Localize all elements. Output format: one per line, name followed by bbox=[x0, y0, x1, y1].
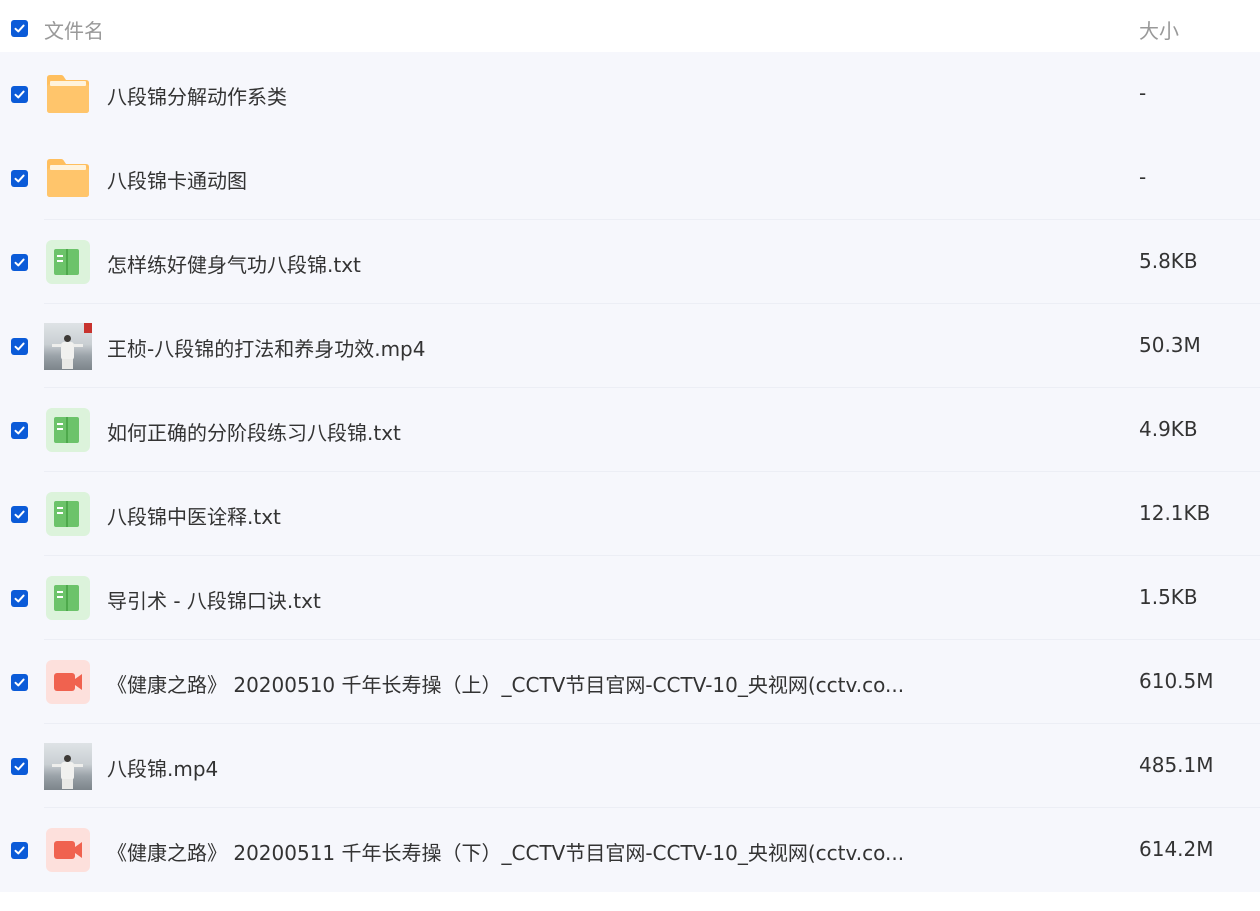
file-row[interactable]: 八段锦卡通动图 - bbox=[0, 136, 1260, 220]
file-row[interactable]: 导引术 - 八段锦口诀.txt 1.5KB bbox=[0, 556, 1260, 640]
file-size: - bbox=[1139, 81, 1147, 105]
video-thumbnail[interactable] bbox=[44, 323, 92, 370]
file-name[interactable]: 八段锦中医诠释.txt bbox=[107, 501, 281, 530]
file-name[interactable]: 怎样练好健身气功八段锦.txt bbox=[107, 249, 361, 278]
file-size: 4.9KB bbox=[1139, 417, 1198, 441]
file-list-header: 文件名 大小 bbox=[0, 0, 1260, 52]
text-file-icon[interactable] bbox=[44, 490, 92, 538]
file-size: 5.8KB bbox=[1139, 249, 1198, 273]
row-checkbox[interactable] bbox=[11, 758, 28, 775]
row-checkbox[interactable] bbox=[11, 254, 28, 271]
file-row[interactable]: 八段锦分解动作系类 - bbox=[0, 52, 1260, 136]
check-icon bbox=[14, 174, 25, 183]
file-row[interactable]: 怎样练好健身气功八段锦.txt 5.8KB bbox=[0, 220, 1260, 304]
file-row[interactable]: 《健康之路》 20200511 千年长寿操（下）_CCTV节目官网-CCTV-1… bbox=[0, 808, 1260, 892]
check-icon bbox=[14, 678, 25, 687]
folder-icon[interactable] bbox=[44, 154, 92, 202]
file-row[interactable]: 王桢-八段锦的打法和养身功效.mp4 50.3M bbox=[0, 304, 1260, 388]
check-icon bbox=[14, 510, 25, 519]
check-icon bbox=[14, 90, 25, 99]
row-checkbox[interactable] bbox=[11, 422, 28, 439]
column-header-name[interactable]: 文件名 bbox=[44, 15, 104, 44]
video-file-icon[interactable] bbox=[44, 658, 92, 706]
select-all-checkbox[interactable] bbox=[11, 20, 28, 37]
text-file-icon[interactable] bbox=[44, 238, 92, 286]
row-checkbox[interactable] bbox=[11, 590, 28, 607]
file-row[interactable]: 八段锦.mp4 485.1M bbox=[0, 724, 1260, 808]
file-name[interactable]: 八段锦.mp4 bbox=[107, 753, 218, 782]
check-icon bbox=[14, 594, 25, 603]
row-checkbox[interactable] bbox=[11, 506, 28, 523]
file-size: 610.5M bbox=[1139, 669, 1214, 693]
file-size: 12.1KB bbox=[1139, 501, 1211, 525]
file-row[interactable]: 八段锦中医诠释.txt 12.1KB bbox=[0, 472, 1260, 556]
row-checkbox[interactable] bbox=[11, 86, 28, 103]
row-checkbox[interactable] bbox=[11, 674, 28, 691]
file-size: 485.1M bbox=[1139, 753, 1214, 777]
file-row[interactable]: 如何正确的分阶段练习八段锦.txt 4.9KB bbox=[0, 388, 1260, 472]
file-size: 614.2M bbox=[1139, 837, 1214, 861]
row-checkbox[interactable] bbox=[11, 842, 28, 859]
file-name[interactable]: 《健康之路》 20200511 千年长寿操（下）_CCTV节目官网-CCTV-1… bbox=[107, 837, 904, 866]
file-list: 八段锦分解动作系类 - 八段锦卡通动图 - 怎样练好健身气功八段锦.txt 5.8KB 王桢… bbox=[0, 52, 1260, 892]
video-thumbnail[interactable] bbox=[44, 743, 92, 790]
row-checkbox[interactable] bbox=[11, 170, 28, 187]
file-size: 50.3M bbox=[1139, 333, 1201, 357]
check-icon bbox=[14, 426, 25, 435]
check-icon bbox=[14, 24, 25, 33]
check-icon bbox=[14, 342, 25, 351]
file-name[interactable]: 王桢-八段锦的打法和养身功效.mp4 bbox=[107, 333, 425, 362]
text-file-icon[interactable] bbox=[44, 574, 92, 622]
file-name[interactable]: 如何正确的分阶段练习八段锦.txt bbox=[107, 417, 401, 446]
file-size: 1.5KB bbox=[1139, 585, 1198, 609]
file-size: - bbox=[1139, 165, 1147, 189]
file-row[interactable]: 《健康之路》 20200510 千年长寿操（上）_CCTV节目官网-CCTV-1… bbox=[0, 640, 1260, 724]
column-header-size[interactable]: 大小 bbox=[1139, 15, 1179, 44]
row-checkbox[interactable] bbox=[11, 338, 28, 355]
check-icon bbox=[14, 762, 25, 771]
file-name[interactable]: 八段锦分解动作系类 bbox=[107, 81, 287, 110]
folder-icon[interactable] bbox=[44, 70, 92, 118]
file-name[interactable]: 八段锦卡通动图 bbox=[107, 165, 247, 194]
file-name[interactable]: 导引术 - 八段锦口诀.txt bbox=[107, 585, 321, 614]
check-icon bbox=[14, 846, 25, 855]
check-icon bbox=[14, 258, 25, 267]
video-file-icon[interactable] bbox=[44, 826, 92, 874]
file-name[interactable]: 《健康之路》 20200510 千年长寿操（上）_CCTV节目官网-CCTV-1… bbox=[107, 669, 904, 698]
text-file-icon[interactable] bbox=[44, 406, 92, 454]
